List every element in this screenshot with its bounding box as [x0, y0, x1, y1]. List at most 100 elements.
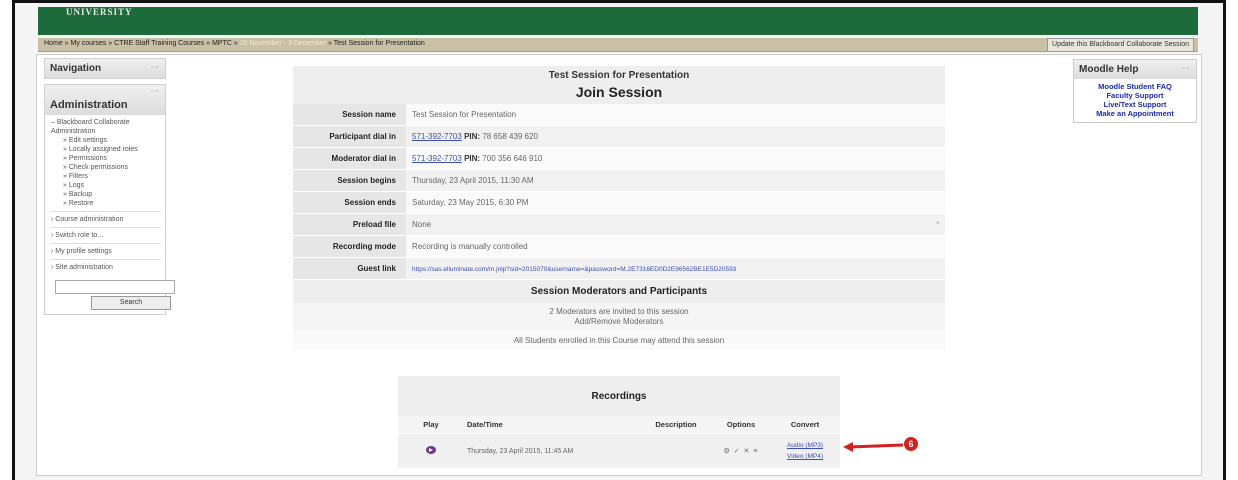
tree-item-site-administration[interactable]: › Site administration: [51, 263, 161, 272]
table-row: Thursday, 23 April 2015, 11:45 AM ⚙ ✓ ✕ …: [398, 433, 840, 468]
moodle-help-header[interactable]: Moodle Help ▫▫: [1074, 60, 1196, 79]
tree-root-label: Blackboard Collaborate Administration: [51, 119, 130, 135]
site-header: [38, 7, 1198, 35]
tree-root-item[interactable]: – Blackboard Collaborate Administration: [51, 118, 161, 136]
pin-label: PIN:: [464, 132, 481, 141]
callout-arrow-head: [843, 442, 853, 452]
recordings-heading: Recordings: [398, 376, 840, 416]
breadcrumb-current: Test Session for Presentation: [333, 40, 425, 47]
tree-item-label: Course administration: [55, 216, 124, 223]
left-sidebar: Navigation ▫▫ Administration ▫▫ – Blackb…: [44, 58, 175, 320]
row-label: Session name: [293, 104, 406, 126]
admin-search-input[interactable]: [55, 280, 175, 294]
breadcrumb-bar: Home » My courses » CTRE Staff Training …: [38, 38, 1198, 52]
recordings-table: Recordings Play Date/Time Description Op…: [398, 376, 840, 468]
tree-item-label: Edit settings: [68, 137, 107, 144]
row-label: Session begins: [293, 169, 406, 192]
breadcrumb-section[interactable]: 20 November - 3 December: [240, 40, 326, 47]
update-session-button[interactable]: Update this Blackboard Collaborate Sessi…: [1047, 38, 1194, 52]
live-text-support-link[interactable]: Live/Text Support: [1076, 100, 1194, 109]
block-controls-icon[interactable]: ▫▫: [1182, 65, 1191, 72]
breadcrumb-separator: »: [206, 40, 211, 47]
tree-item-label: Locally assigned roles: [68, 146, 138, 153]
row-value: 571-392-7703 PIN: 78 658 439 620: [406, 125, 945, 148]
row-label: Session ends: [293, 191, 406, 214]
column-header-options: Options: [712, 416, 770, 434]
audio-mp3-link[interactable]: Audio (MP3): [773, 440, 837, 451]
block-controls-icon[interactable]: ▫▫: [151, 88, 160, 95]
session-table: Test Session for Presentation Join Sessi…: [293, 66, 945, 350]
make-appointment-link[interactable]: Make an Appointment: [1076, 109, 1194, 118]
tree-item-course-administration[interactable]: › Course administration: [51, 215, 161, 224]
session-subtitle: Test Session for Presentation: [548, 70, 690, 81]
administration-block-header[interactable]: Administration ▫▫: [45, 85, 165, 115]
column-header-description: Description: [640, 416, 712, 434]
student-faq-link[interactable]: Moodle Student FAQ: [1076, 82, 1194, 91]
guest-link[interactable]: https://sas.elluminate.com/m.jnlp?sid=20…: [412, 266, 736, 273]
navigation-block: Navigation ▫▫: [44, 58, 166, 79]
tree-item-check-permissions[interactable]: » Check permissions: [51, 163, 161, 172]
convert-cell: Audio (MP3) Video (MP4): [770, 433, 840, 468]
row-label: Participant dial in: [293, 125, 406, 148]
tree-item-logs[interactable]: » Logs: [51, 181, 161, 190]
moodle-help-title: Moodle Help: [1079, 64, 1139, 75]
breadcrumb-ctre[interactable]: CTRE Staff Training Courses: [114, 40, 204, 47]
tree-item-permissions[interactable]: » Permissions: [51, 154, 161, 163]
block-controls-icon[interactable]: ▫▫: [151, 64, 160, 71]
tree-item-restore[interactable]: » Restore: [51, 199, 161, 208]
breadcrumb-home[interactable]: Home: [44, 40, 63, 47]
breadcrumb-mptc[interactable]: MPTC: [212, 40, 232, 47]
row-value: Thursday, 23 April 2015, 11:30 AM: [406, 169, 945, 192]
tree-item-label: Switch role to...: [55, 232, 104, 239]
callout-number: 6: [908, 439, 913, 449]
tree-item-backup[interactable]: » Backup: [51, 190, 161, 199]
breadcrumb-separator: »: [64, 40, 69, 47]
breadcrumb: Home » My courses » CTRE Staff Training …: [44, 40, 425, 47]
breadcrumb-separator: »: [233, 40, 238, 47]
table-row: Session name Test Session for Presentati…: [293, 104, 945, 126]
column-header-play: Play: [398, 416, 464, 434]
participant-phone-link[interactable]: 571-392-7703: [412, 132, 462, 141]
breadcrumb-separator: »: [328, 40, 332, 47]
participants-heading: Session Moderators and Participants: [293, 279, 945, 303]
tree-item-edit-settings[interactable]: » Edit settings: [51, 136, 161, 145]
table-row: Guest link https://sas.elluminate.com/m.…: [293, 257, 945, 280]
administration-tree: – Blackboard Collaborate Administration …: [45, 115, 175, 314]
moderator-phone-link[interactable]: 571-392-7703: [412, 154, 462, 163]
row-label: Recording mode: [293, 235, 406, 258]
row-value: 571-392-7703 PIN: 700 356 646 910: [406, 147, 945, 170]
session-panel: Test Session for Presentation Join Sessi…: [293, 66, 945, 350]
tree-item-label: Permissions: [68, 155, 107, 162]
video-mp4-link[interactable]: Video (MP4): [773, 451, 837, 462]
administration-title: Administration: [50, 99, 128, 111]
recording-description: [640, 433, 712, 468]
breadcrumb-my-courses[interactable]: My courses: [71, 40, 107, 47]
play-recording-icon[interactable]: [426, 446, 436, 454]
moderators-row: 2 Moderators are invited to this session…: [293, 303, 945, 331]
navigation-block-header[interactable]: Navigation ▫▫: [45, 59, 165, 78]
join-session-title[interactable]: Join Session: [293, 84, 945, 100]
table-row: Session begins Thursday, 23 April 2015, …: [293, 169, 945, 192]
tree-item-my-profile-settings[interactable]: › My profile settings: [51, 247, 161, 256]
add-remove-moderators-link[interactable]: Add/Remove Moderators: [293, 317, 945, 327]
admin-search-button[interactable]: Search: [91, 296, 171, 310]
tree-item-label: My profile settings: [55, 248, 112, 255]
tree-item-locally-assigned-roles[interactable]: » Locally assigned roles: [51, 145, 161, 154]
row-value: Test Session for Presentation: [406, 104, 945, 126]
table-row: Recording mode Recording is manually con…: [293, 235, 945, 258]
tree-item-label: Logs: [68, 182, 85, 189]
moodle-help-block: Moodle Help ▫▫ Moodle Student FAQ Facult…: [1073, 59, 1197, 123]
students-attend-text: All Students enrolled in this Course may…: [293, 331, 945, 350]
row-label: Moderator dial in: [293, 147, 406, 170]
recording-options-icons[interactable]: ⚙ ✓ ✕ ≡: [712, 433, 770, 468]
table-row: Participant dial in 571-392-7703 PIN: 78…: [293, 125, 945, 148]
participant-pin: 78 658 439 620: [482, 132, 538, 141]
brand-logo-text: UNIVERSITY: [66, 7, 133, 17]
faculty-support-link[interactable]: Faculty Support: [1076, 91, 1194, 100]
tree-item-filters[interactable]: » Filters: [51, 172, 161, 181]
tree-item-switch-role[interactable]: › Switch role to...: [51, 231, 161, 240]
recording-datetime: Thursday, 23 April 2015, 11:45 AM: [464, 433, 640, 468]
tree-item-label: Check permissions: [68, 164, 128, 171]
row-label: Preload file: [293, 213, 406, 236]
tree-item-label: Filters: [68, 173, 88, 180]
